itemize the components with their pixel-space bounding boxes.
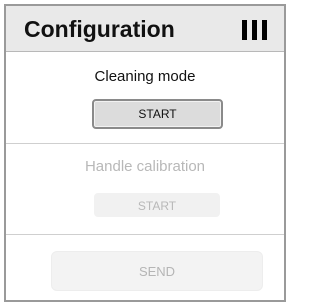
configuration-panel: Configuration Cleaning mode START Handle… bbox=[4, 4, 286, 302]
send-button[interactable]: SEND bbox=[51, 251, 263, 291]
calibration-start-button[interactable]: START bbox=[94, 193, 220, 217]
panel-header: Configuration bbox=[6, 6, 284, 52]
handle-calibration-label: Handle calibration bbox=[84, 158, 206, 175]
signal-bars-icon bbox=[242, 20, 272, 40]
section-divider bbox=[6, 234, 284, 235]
cleaning-start-button[interactable]: START bbox=[92, 99, 223, 129]
cleaning-mode-label: Cleaning mode bbox=[94, 68, 196, 85]
panel-title: Configuration bbox=[24, 16, 175, 42]
section-divider bbox=[6, 143, 284, 144]
